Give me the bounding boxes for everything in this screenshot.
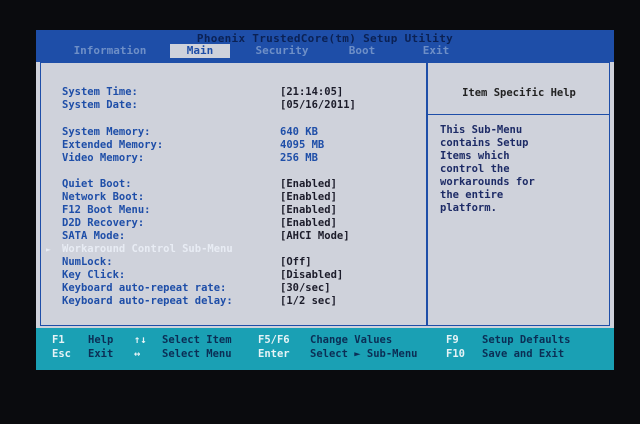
- setting-label: SATA Mode:: [62, 230, 126, 242]
- key-f10: F10: [446, 348, 465, 360]
- hint-setup-defaults: Setup Defaults: [482, 334, 571, 346]
- setting-system-time[interactable]: System Time: [21:14:05]: [36, 86, 426, 99]
- tab-main[interactable]: Main: [170, 44, 230, 58]
- key-f1: F1: [52, 334, 65, 346]
- setting-label: Extended Memory:: [62, 139, 164, 151]
- setting-label: F12 Boot Menu:: [62, 204, 151, 216]
- key-esc: Esc: [52, 348, 71, 360]
- help-line: Items which: [440, 150, 510, 162]
- help-line: This Sub-Menu: [440, 124, 523, 136]
- setting-label: Keyboard auto-repeat delay:: [62, 295, 233, 307]
- submenu-workaround-control[interactable]: ► Workaround Control Sub-Menu: [36, 243, 426, 256]
- submenu-label: Workaround Control Sub-Menu: [62, 243, 233, 255]
- setting-system-memory: System Memory: 640 KB: [36, 126, 426, 139]
- setting-label: System Date:: [62, 99, 138, 111]
- key-enter: Enter: [258, 348, 290, 360]
- help-line: the entire: [440, 189, 504, 201]
- setting-value[interactable]: [Enabled]: [280, 217, 337, 229]
- setting-keyboard-repeat-rate[interactable]: Keyboard auto-repeat rate: [30/sec]: [36, 282, 426, 295]
- panel-divider: [426, 62, 428, 326]
- help-line: contains Setup: [440, 137, 529, 149]
- hint-select-submenu: Select ► Sub-Menu: [310, 348, 418, 360]
- triangle-right-icon: ►: [46, 245, 51, 254]
- setting-value[interactable]: [30/sec]: [280, 282, 331, 294]
- setting-value[interactable]: [Disabled]: [280, 269, 343, 281]
- setting-label: Quiet Boot:: [62, 178, 132, 190]
- setting-numlock[interactable]: NumLock: [Off]: [36, 256, 426, 269]
- help-text: This Sub-Menu contains Setup Items which…: [440, 124, 608, 215]
- setting-value[interactable]: [Off]: [280, 256, 312, 268]
- setting-extended-memory: Extended Memory: 4095 MB: [36, 139, 426, 152]
- help-divider: [428, 114, 610, 115]
- tab-boot[interactable]: Boot: [332, 44, 392, 58]
- setting-label: Video Memory:: [62, 152, 145, 164]
- setting-value: 640 KB: [280, 126, 318, 138]
- setting-system-date[interactable]: System Date: [05/16/2011]: [36, 99, 426, 112]
- title-bar: Phoenix TrustedCore(tm) Setup Utility In…: [36, 30, 614, 62]
- setting-value[interactable]: [Enabled]: [280, 204, 337, 216]
- setting-value[interactable]: [AHCI Mode]: [280, 230, 350, 242]
- setting-quiet-boot[interactable]: Quiet Boot: [Enabled]: [36, 178, 426, 191]
- setting-d2d-recovery[interactable]: D2D Recovery: [Enabled]: [36, 217, 426, 230]
- setting-value: 256 MB: [280, 152, 318, 164]
- setting-sata-mode[interactable]: SATA Mode: [AHCI Mode]: [36, 230, 426, 243]
- tab-security[interactable]: Security: [236, 44, 328, 58]
- menu-tabs: Information Main Security Boot Exit: [36, 44, 614, 58]
- setting-value[interactable]: [1/2 sec]: [280, 295, 337, 307]
- updown-arrows-icon: ↑↓: [134, 334, 147, 346]
- key-f5f6: F5/F6: [258, 334, 290, 346]
- setting-label: Network Boot:: [62, 191, 145, 203]
- setting-video-memory: Video Memory: 256 MB: [36, 152, 426, 165]
- setting-label: System Time:: [62, 86, 138, 98]
- help-panel-title: Item Specific Help: [462, 87, 576, 99]
- leftright-arrows-icon: ↔: [134, 348, 141, 360]
- setting-key-click[interactable]: Key Click: [Disabled]: [36, 269, 426, 282]
- setting-label: Key Click:: [62, 269, 126, 281]
- setting-network-boot[interactable]: Network Boot: [Enabled]: [36, 191, 426, 204]
- hint-help: Help: [88, 334, 114, 346]
- hint-select-item: Select Item: [162, 334, 232, 346]
- tab-exit[interactable]: Exit: [406, 44, 466, 58]
- setting-keyboard-repeat-delay[interactable]: Keyboard auto-repeat delay: [1/2 sec]: [36, 295, 426, 308]
- help-line: platform.: [440, 202, 497, 214]
- setting-value: 4095 MB: [280, 139, 325, 151]
- hint-exit: Exit: [88, 348, 114, 360]
- help-line: control the: [440, 163, 510, 175]
- setting-label: Keyboard auto-repeat rate:: [62, 282, 227, 294]
- hint-select-menu: Select Menu: [162, 348, 232, 360]
- status-bar: F1 Help ↑↓ Select Item F5/F6 Change Valu…: [36, 328, 614, 370]
- setting-value[interactable]: [05/16/2011]: [280, 99, 356, 111]
- setting-label: NumLock:: [62, 256, 113, 268]
- tab-information[interactable]: Information: [58, 44, 162, 58]
- hint-save-and-exit: Save and Exit: [482, 348, 565, 360]
- help-line: workarounds for: [440, 176, 535, 188]
- setting-label: System Memory:: [62, 126, 151, 138]
- setting-value[interactable]: [Enabled]: [280, 178, 337, 190]
- hint-change-values: Change Values: [310, 334, 393, 346]
- key-f9: F9: [446, 334, 459, 346]
- setting-label: D2D Recovery:: [62, 217, 145, 229]
- setting-value[interactable]: [21:14:05]: [280, 86, 343, 98]
- bios-screen: Phoenix TrustedCore(tm) Setup Utility In…: [36, 30, 614, 370]
- setting-f12-boot-menu[interactable]: F12 Boot Menu: [Enabled]: [36, 204, 426, 217]
- setting-value[interactable]: [Enabled]: [280, 191, 337, 203]
